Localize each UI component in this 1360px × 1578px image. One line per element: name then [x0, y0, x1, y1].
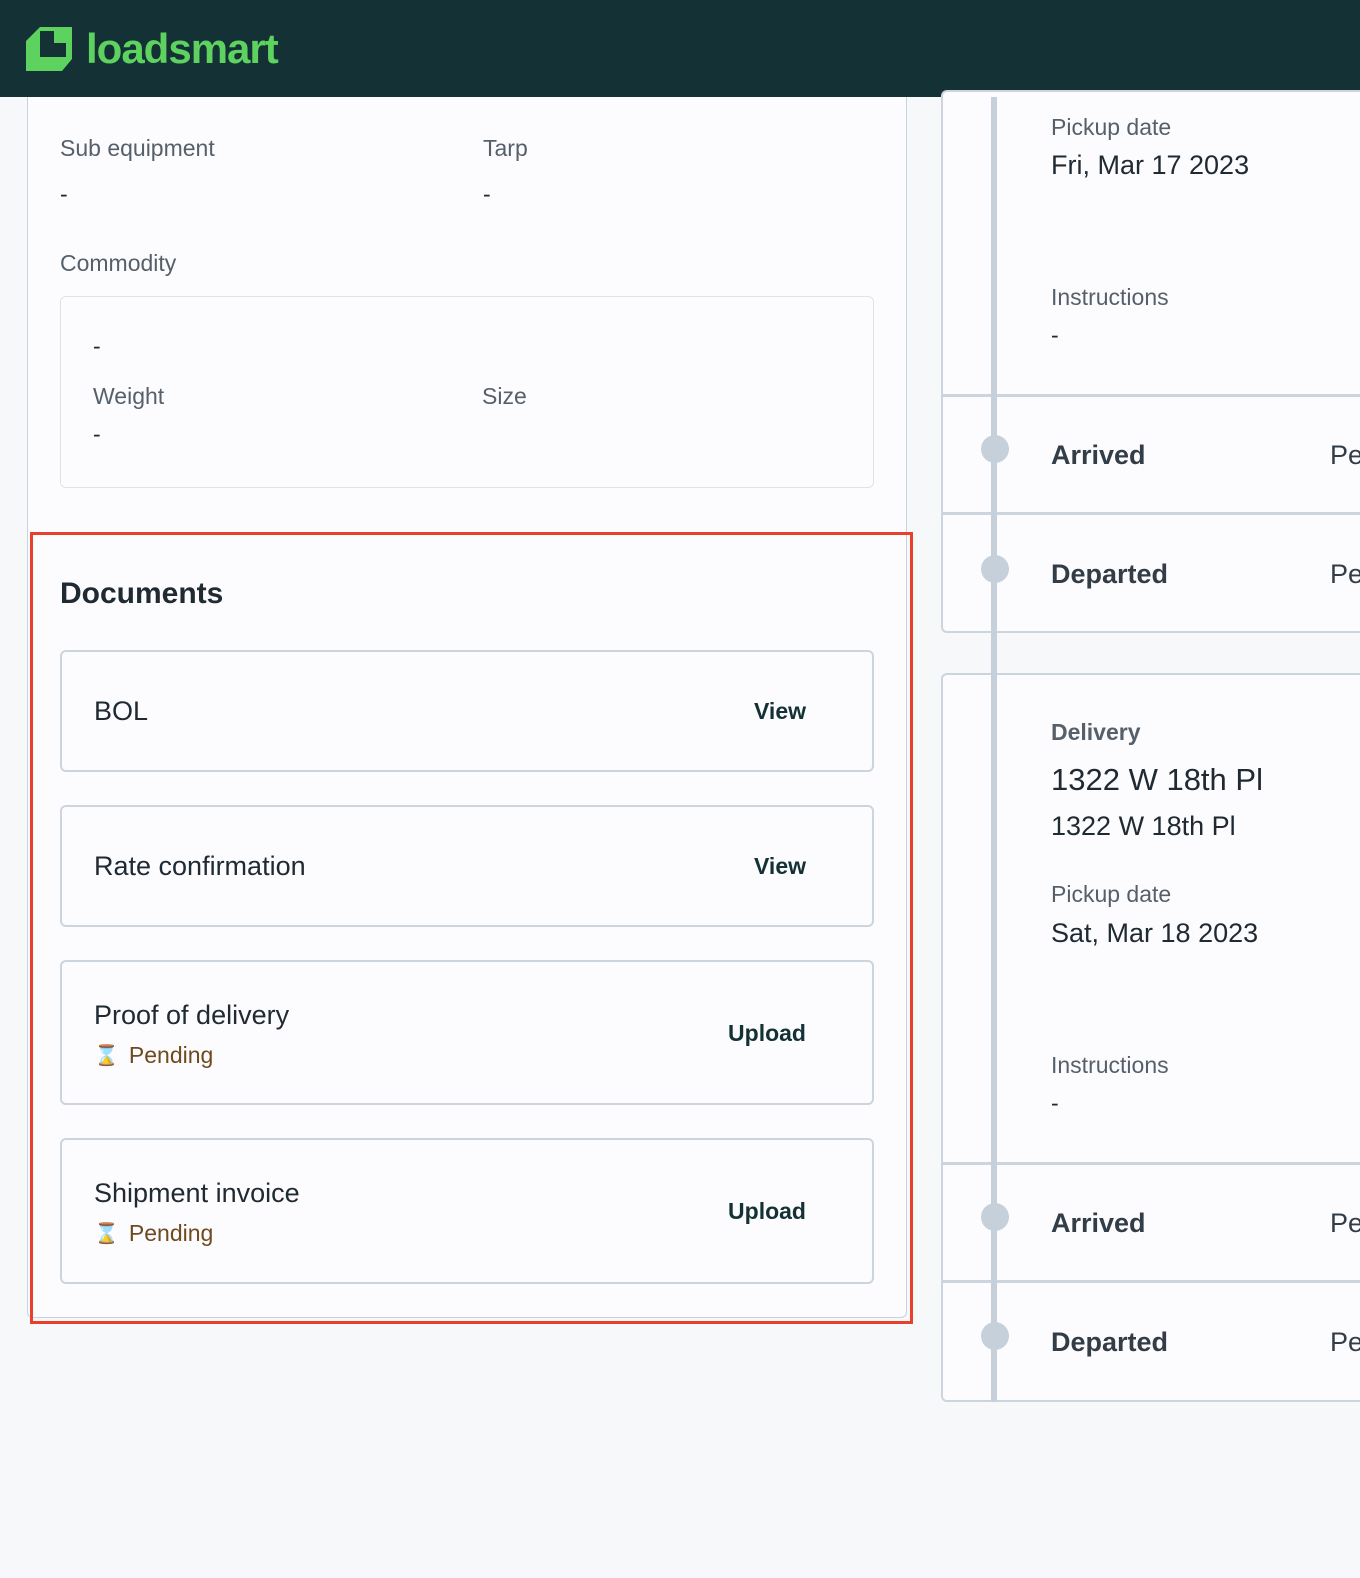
instructions-value: - [1051, 1090, 1059, 1116]
timeline-dot [981, 1322, 1009, 1350]
status-text: Pending [128, 1220, 214, 1246]
instructions-label: Instructions [1051, 284, 1169, 310]
event-status: Pending [1330, 440, 1360, 470]
tarp-value: - [483, 181, 491, 207]
upload-button[interactable]: Upload [728, 1198, 806, 1225]
event-arrived: Arrived [1051, 1208, 1146, 1238]
stop-address: 1322 W 18th Pl [1051, 811, 1236, 841]
top-bar: loadsmart [0, 0, 1360, 97]
status-badge: ⌛ Pending [94, 1042, 213, 1069]
view-button[interactable]: View [754, 698, 806, 725]
documents-title: Documents [60, 577, 224, 610]
stop-type: Delivery [1051, 719, 1141, 745]
instructions-label: Instructions [1051, 1052, 1169, 1078]
event-departed: Departed [1051, 559, 1169, 589]
instructions-value: - [1051, 322, 1059, 348]
sub-equipment-value: - [60, 181, 68, 207]
divider [941, 512, 1360, 515]
pickup-date-label: Pickup date [1051, 881, 1172, 907]
tarp-label: Tarp [483, 135, 528, 161]
document-name: Shipment invoice [94, 1178, 300, 1208]
document-bol: BOL View [60, 650, 874, 772]
event-status: Pending [1330, 1327, 1360, 1357]
document-name: Rate confirmation [94, 851, 306, 881]
size-label: Size [482, 383, 527, 409]
event-arrived: Arrived [1051, 440, 1146, 470]
document-name: BOL [94, 696, 149, 726]
shipment-details-card: Sub equipment - Tarp - Commodity - Weigh… [27, 97, 907, 1318]
document-name: Proof of delivery [94, 1000, 290, 1030]
divider [941, 1280, 1360, 1283]
timeline-dot [981, 1203, 1009, 1231]
loadsmart-logo-icon [26, 26, 72, 71]
pickup-date-label: Pickup date [1051, 114, 1172, 140]
commodity-value: - [93, 333, 101, 359]
view-button[interactable]: View [754, 853, 806, 880]
status-badge: ⌛ Pending [94, 1220, 213, 1247]
event-status: Pending [1330, 559, 1360, 589]
weight-value: - [93, 421, 101, 447]
divider [941, 394, 1360, 397]
hourglass-icon: ⌛ [94, 1045, 119, 1067]
pickup-date: Fri, Mar 17 2023 [1051, 150, 1250, 180]
document-proof-of-delivery: Proof of delivery ⌛ Pending Upload [60, 960, 874, 1105]
divider [941, 1162, 1360, 1165]
weight-label: Weight [93, 383, 165, 409]
commodity-label: Commodity [60, 250, 177, 276]
hourglass-icon: ⌛ [94, 1223, 119, 1245]
commodity-box: - Weight - Size [60, 296, 874, 488]
upload-button[interactable]: Upload [728, 1020, 806, 1047]
sub-equipment-label: Sub equipment [60, 135, 215, 161]
event-status: Pending [1330, 1208, 1360, 1238]
status-text: Pending [128, 1042, 214, 1068]
timeline-dot [981, 555, 1009, 583]
pickup-date: Sat, Mar 18 2023 [1051, 918, 1259, 948]
timeline-dot [981, 435, 1009, 463]
document-shipment-invoice: Shipment invoice ⌛ Pending Upload [60, 1138, 874, 1284]
brand-name: loadsmart [86, 24, 279, 72]
event-departed: Departed [1051, 1327, 1169, 1357]
document-rate-confirmation: Rate confirmation View [60, 805, 874, 927]
stop-name: 1322 W 18th Pl [1051, 762, 1263, 797]
